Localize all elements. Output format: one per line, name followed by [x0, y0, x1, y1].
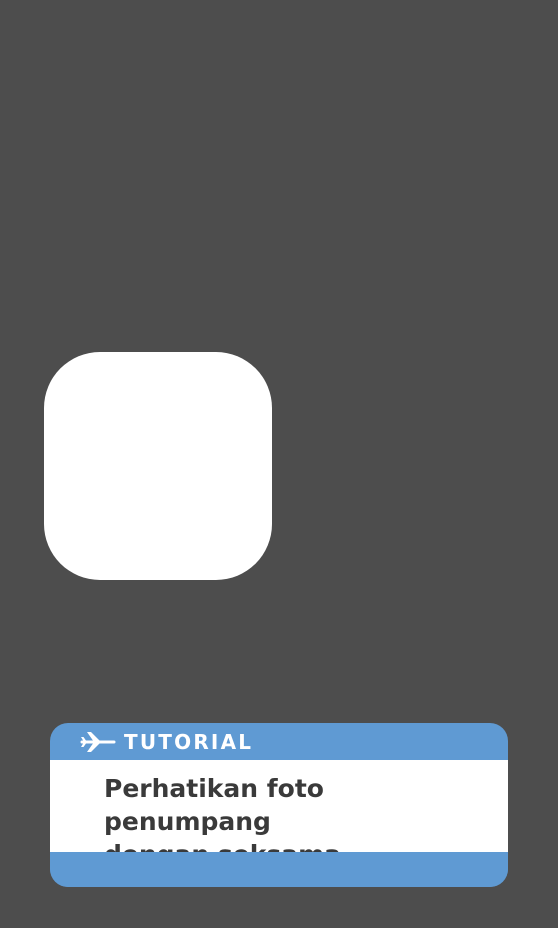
tutorial-card: TUTORIAL Perhatikan foto penumpang denga… [50, 723, 508, 887]
tutorial-title: TUTORIAL [124, 730, 254, 754]
tutorial-body: Perhatikan foto penumpang dengan seksama… [50, 760, 508, 869]
tutorial-header: TUTORIAL [50, 723, 508, 760]
tutorial-footer-bar [50, 852, 508, 887]
passenger-photo-placeholder [44, 352, 272, 580]
airplane-icon [80, 730, 116, 754]
